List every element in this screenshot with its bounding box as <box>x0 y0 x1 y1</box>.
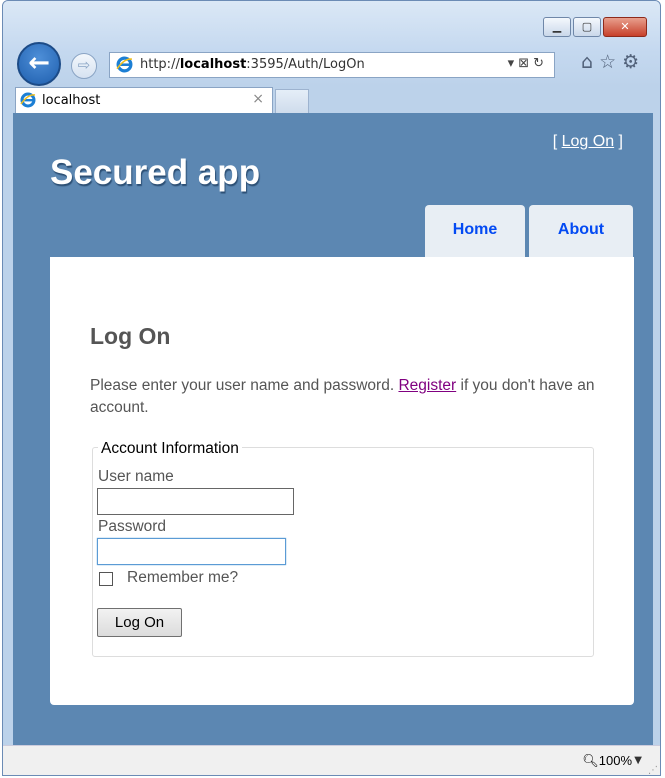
logon-display: [ Log On ] <box>552 133 623 150</box>
zoom-dropdown-icon[interactable]: ▼ <box>634 755 642 766</box>
logon-submit-button[interactable]: Log On <box>97 608 182 637</box>
remember-label[interactable]: Remember me? <box>127 569 238 587</box>
menu-item-about[interactable]: About <box>529 205 633 257</box>
password-input[interactable] <box>97 538 286 565</box>
tab-close-icon[interactable]: × <box>252 91 264 107</box>
tab-row: localhost × <box>3 87 660 113</box>
intro-before: Please enter your user name and password… <box>90 377 395 394</box>
remember-checkbox[interactable] <box>99 572 113 586</box>
maximize-button[interactable]: ▢ <box>573 17 601 37</box>
page-title: Log On <box>90 323 171 349</box>
address-bar[interactable]: http://localhost:3595/Auth/LogOn ▾⊠↻ <box>109 52 555 78</box>
url-path: :3595/Auth/LogOn <box>246 57 365 72</box>
address-tools[interactable]: ▾⊠↻ <box>508 56 548 71</box>
forward-button[interactable]: ⇨ <box>71 53 97 79</box>
menu-item-home[interactable]: Home <box>425 205 525 257</box>
main-panel: Log On Please enter your user name and p… <box>50 257 634 705</box>
tab-ie-icon <box>20 92 36 108</box>
page-content: [ Log On ] Secured app Home About Log On… <box>13 113 653 745</box>
ie-logo-icon <box>116 56 133 73</box>
username-label: User name <box>98 468 174 485</box>
url-host: localhost <box>179 57 247 72</box>
url-prefix: http:// <box>140 57 180 72</box>
dropdown-icon[interactable]: ▾ <box>508 56 519 71</box>
fieldset-legend: Account Information <box>98 440 242 458</box>
username-input[interactable] <box>97 488 294 515</box>
minimize-button[interactable]: ▁ <box>543 17 571 37</box>
compat-view-icon[interactable]: ⊠ <box>518 56 533 71</box>
zoom-icon: 🔍︎ <box>582 753 599 768</box>
intro-text: Please enter your user name and password… <box>90 375 610 419</box>
header-logon-link[interactable]: Log On <box>562 133 614 150</box>
browser-window: ▁ ▢ ✕ ← ⇨ http://localhost:3595/Auth/Log… <box>2 0 661 776</box>
site-title: Secured app <box>50 153 261 192</box>
home-icon[interactable]: ⌂ <box>581 51 599 73</box>
gear-icon[interactable]: ⚙ <box>622 51 645 73</box>
browser-tab[interactable]: localhost × <box>15 87 273 113</box>
status-bar: 🔍︎100% ▼ ⋰ <box>3 745 660 775</box>
refresh-icon[interactable]: ↻ <box>533 56 548 71</box>
zoom-level: 100% <box>598 753 632 768</box>
back-button[interactable]: ← <box>17 42 61 86</box>
account-fieldset: Account Information User name Password R… <box>92 440 594 657</box>
close-button[interactable]: ✕ <box>603 17 647 37</box>
tab-label: localhost <box>42 93 101 108</box>
register-link[interactable]: Register <box>398 377 456 394</box>
favorites-star-icon[interactable]: ☆ <box>599 51 622 73</box>
password-label: Password <box>98 518 167 535</box>
zoom-control[interactable]: 🔍︎100% <box>582 753 632 769</box>
resize-grip-icon[interactable]: ⋰ <box>648 765 658 775</box>
new-tab-button[interactable] <box>275 89 309 113</box>
toolbar-icons: ⌂☆⚙ <box>581 51 645 73</box>
url-text: http://localhost:3595/Auth/LogOn <box>140 57 365 72</box>
